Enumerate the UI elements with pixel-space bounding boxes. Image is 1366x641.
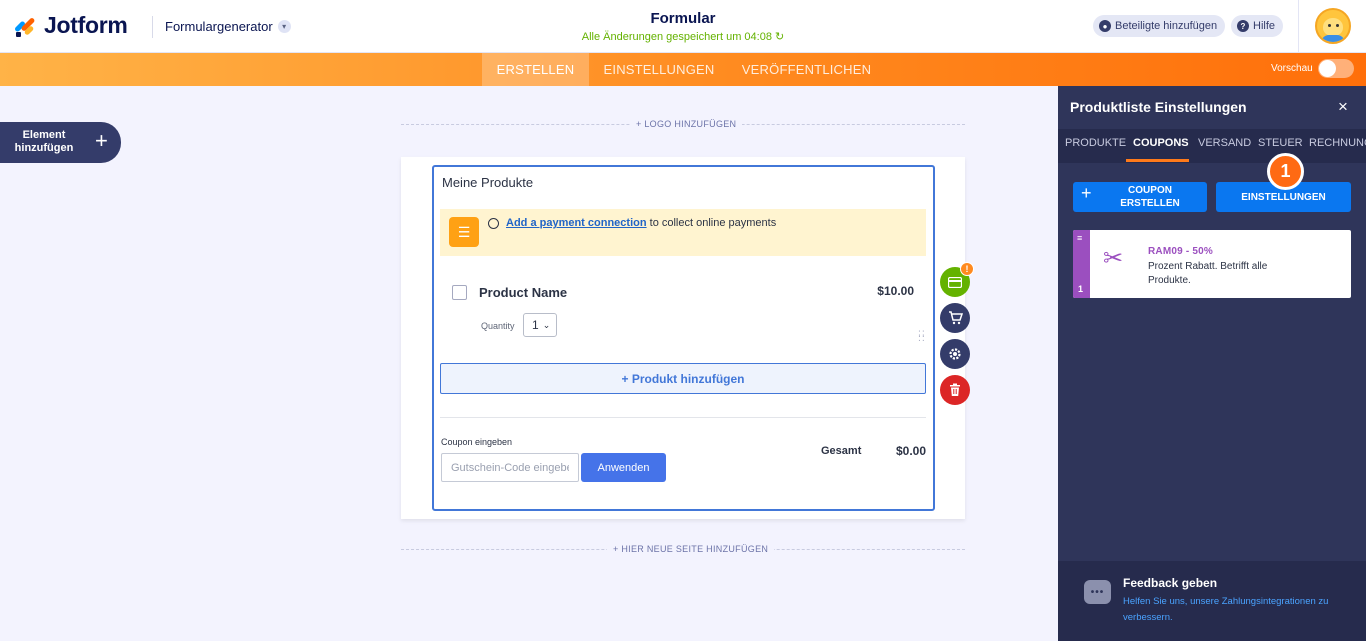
add-product-button[interactable]: + Produkt hinzufügen bbox=[440, 363, 926, 394]
product-checkbox[interactable] bbox=[452, 285, 467, 300]
panel-title: Produktliste Einstellungen bbox=[1070, 99, 1247, 115]
header-divider bbox=[152, 16, 153, 38]
feedback-link[interactable]: Helfen Sie uns, unsere Zahlungsintegrati… bbox=[1123, 594, 1353, 626]
create-coupon-label: COUPON ERSTELLEN bbox=[1120, 185, 1180, 209]
list-icon: ☰ bbox=[449, 217, 479, 247]
refresh-icon: ↻ bbox=[775, 31, 785, 43]
invite-button[interactable]: ● Beteiligte hinzufügen bbox=[1093, 15, 1226, 37]
product-name: Product Name bbox=[479, 285, 568, 300]
tab-steuer[interactable]: STEUER bbox=[1258, 137, 1303, 149]
add-logo-link[interactable]: + LOGO HINZUFÜGEN bbox=[630, 119, 743, 129]
products-title: Meine Produkte bbox=[442, 175, 534, 190]
jotform-logo[interactable]: Jotform bbox=[13, 12, 128, 39]
coupon-list-item[interactable]: ≡ 1 ✂ RAM09 - 50% Prozent Rabatt. Betrif… bbox=[1073, 230, 1351, 298]
close-icon[interactable]: × bbox=[1338, 97, 1348, 117]
user-icon: ● bbox=[1099, 20, 1111, 32]
quantity-select[interactable]: 1 ⌄ bbox=[523, 313, 557, 337]
tab-erstellen[interactable]: ERSTELLEN bbox=[482, 53, 589, 86]
avatar-container bbox=[1298, 0, 1366, 53]
jotform-logo-icon bbox=[13, 14, 36, 38]
tab-veroeffentlichen[interactable]: VERÖFFENTLICHEN bbox=[729, 53, 884, 86]
tab-einstellungen[interactable]: EINSTELLUNGEN bbox=[589, 53, 729, 86]
quantity-value: 1 bbox=[532, 318, 539, 332]
payment-connection-link[interactable]: Add a payment connection bbox=[506, 217, 647, 229]
warning-badge: ! bbox=[960, 262, 974, 276]
toggle-knob bbox=[1319, 60, 1336, 77]
create-coupon-button[interactable]: + COUPON ERSTELLEN bbox=[1073, 182, 1207, 212]
tab-rechnung[interactable]: RECHNUNG bbox=[1309, 137, 1366, 149]
total-value: $0.00 bbox=[895, 444, 926, 458]
coupon-index: 1 bbox=[1078, 284, 1084, 294]
cart-icon[interactable] bbox=[940, 303, 970, 333]
notice-radio bbox=[488, 218, 499, 229]
tab-produkte[interactable]: PRODUKTE bbox=[1065, 137, 1126, 149]
coupon-stripe: ≡ 1 bbox=[1073, 230, 1090, 298]
gear-icon[interactable] bbox=[940, 339, 970, 369]
add-page-link[interactable]: + HIER NEUE SEITE HINZUFÜGEN bbox=[607, 544, 775, 554]
coupon-input[interactable] bbox=[441, 453, 579, 482]
feedback-title: Feedback geben bbox=[1123, 576, 1218, 590]
chevron-down-icon: ⌄ bbox=[542, 319, 551, 330]
invite-label: Beteiligte hinzufügen bbox=[1115, 20, 1218, 32]
preview-toggle[interactable] bbox=[1318, 59, 1354, 78]
apply-coupon-button[interactable]: Anwenden bbox=[581, 453, 666, 482]
help-icon: ? bbox=[1237, 20, 1249, 32]
quantity-label: Quantity bbox=[481, 321, 515, 331]
avatar[interactable] bbox=[1315, 8, 1351, 44]
drag-handle-icon[interactable]: ≡ bbox=[1077, 234, 1082, 243]
drag-handle-icon[interactable]: ⁚⁚ ⁚⁚ bbox=[918, 330, 926, 344]
help-button[interactable]: ? Hilfe bbox=[1231, 15, 1284, 37]
scissors-icon: ✂ bbox=[1103, 245, 1124, 272]
notice-text: Add a payment connection to collect onli… bbox=[506, 217, 776, 229]
plus-icon: + bbox=[1081, 183, 1092, 203]
active-tab-indicator bbox=[1126, 159, 1189, 162]
coupon-code: RAM09 - 50% bbox=[1148, 246, 1213, 257]
feedback-chat-icon: ••• bbox=[1084, 580, 1111, 604]
trash-icon[interactable] bbox=[940, 375, 970, 405]
builder-navbar: ERSTELLEN EINSTELLUNGEN VERÖFFENTLICHEN bbox=[0, 53, 1366, 86]
save-status-text: Alle Änderungen gespeichert um 04:08 bbox=[581, 31, 772, 43]
builder-menu[interactable]: Formulargenerator ▾ bbox=[165, 19, 291, 34]
step-badge: 1 bbox=[1267, 153, 1304, 190]
product-price: $10.00 bbox=[877, 284, 914, 298]
tab-coupons[interactable]: COUPONS bbox=[1133, 137, 1189, 149]
settings-panel bbox=[1058, 86, 1366, 641]
preview-label: Vorschau bbox=[1271, 63, 1313, 74]
help-label: Hilfe bbox=[1253, 20, 1276, 32]
top-header: Jotform Formulargenerator ▾ Formular All… bbox=[0, 0, 1366, 53]
plus-icon: + bbox=[95, 128, 108, 153]
coupon-description: Prozent Rabatt. Betrifft alle Produkte. bbox=[1148, 261, 1268, 286]
total-label: Gesamt bbox=[821, 445, 862, 457]
builder-menu-label: Formulargenerator bbox=[165, 19, 273, 34]
coupon-label: Coupon eingeben bbox=[441, 437, 513, 447]
logo-text: Jotform bbox=[44, 12, 128, 38]
chevron-down-icon: ▾ bbox=[277, 20, 291, 33]
tab-versand[interactable]: VERSAND bbox=[1198, 137, 1251, 149]
notice-rest: to collect online payments bbox=[646, 217, 777, 229]
separator bbox=[440, 417, 926, 418]
add-element-button[interactable]: Element hinzufügen + bbox=[0, 122, 121, 163]
add-element-label: Element hinzufügen bbox=[14, 129, 74, 154]
